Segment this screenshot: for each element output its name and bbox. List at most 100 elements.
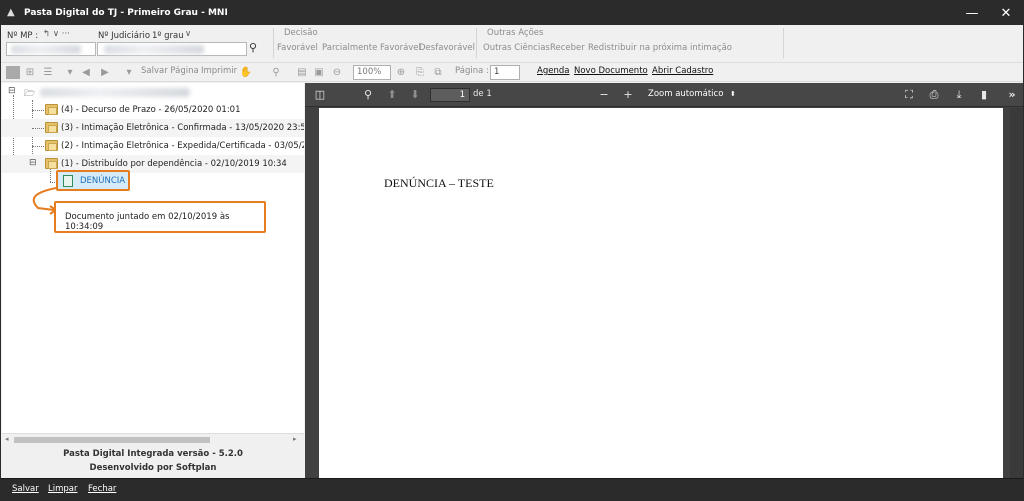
document-tooltip: Documento juntado em 02/10/2019 às 10:34…: [54, 201, 266, 233]
rotate-icon[interactable]: ⎘: [413, 66, 427, 79]
window-title: Pasta Digital do TJ - Primeiro Grau - MN…: [24, 8, 228, 18]
novo-documento-button[interactable]: Novo Documento: [574, 66, 648, 76]
search-icon[interactable]: ⚲: [269, 66, 283, 79]
limpar-button[interactable]: Limpar: [48, 484, 77, 494]
page-content-heading: DENÚNCIA – TESTE: [384, 176, 494, 190]
grau-select[interactable]: 1º grau: [152, 31, 184, 41]
tree-item-label: (1) - Distribuído por dependência - 02/1…: [61, 159, 287, 169]
zoom-in-icon[interactable]: +: [621, 88, 635, 102]
back-arrow-icon[interactable]: ◀: [79, 66, 93, 79]
abrir-cadastro-button[interactable]: Abrir Cadastro: [652, 66, 713, 76]
folder-icon: [45, 122, 58, 133]
scrollbar-thumb[interactable]: [14, 437, 210, 443]
zoom-in-icon[interactable]: ⊕: [394, 66, 408, 79]
agenda-button[interactable]: Agenda: [537, 66, 569, 76]
imprimir-button[interactable]: Imprimir: [201, 66, 237, 76]
hand-icon[interactable]: ✋: [239, 66, 253, 79]
desfavoravel-button[interactable]: Desfavorável: [419, 43, 475, 53]
copy-icon[interactable]: ⧉: [431, 66, 445, 79]
dropdown-icon[interactable]: ▾: [63, 66, 77, 79]
outras-acoes-label: Outras Ações: [487, 28, 544, 38]
pagina-label: Página :: [455, 66, 489, 76]
left-panel: ⊟ 🗁 (4) - Decurso de Prazo - 26/05/2020 …: [2, 83, 304, 478]
zoom-out-icon[interactable]: −: [597, 88, 611, 102]
scroll-right-icon[interactable]: ▸: [293, 435, 297, 443]
minimize-button[interactable]: —: [955, 1, 989, 25]
tree-horizontal-scrollbar[interactable]: ◂ ▸: [2, 433, 304, 445]
app-window: ▲ Pasta Digital do TJ - Primeiro Grau - …: [0, 0, 1024, 501]
salvar-button[interactable]: Salvar: [12, 484, 39, 494]
fechar-button[interactable]: Fechar: [88, 484, 116, 494]
sidebar-toggle-icon[interactable]: ◫: [313, 88, 327, 102]
updown-icon: ⬍: [730, 90, 736, 98]
pdf-page: DENÚNCIA – TESTE: [319, 108, 1003, 478]
print-icon[interactable]: ⎙: [927, 88, 941, 102]
collapse-icon[interactable]: ⊟: [29, 158, 37, 168]
folder-icon: [45, 140, 58, 151]
search-icon[interactable]: ⚲: [361, 88, 375, 102]
bottom-bar: Salvar Limpar Fechar: [1, 478, 1023, 500]
tree-icon[interactable]: ⊞: [23, 66, 37, 79]
viewer-vertical-scrollbar[interactable]: [1010, 108, 1023, 478]
decisao-group: [273, 28, 274, 58]
search-icon[interactable]: ⚲: [249, 41, 257, 54]
previous-page-icon[interactable]: ⬆: [385, 88, 399, 102]
tree-item[interactable]: (2) - Intimação Eletrônica - Expedida/Ce…: [2, 137, 304, 155]
process-tree: ⊟ 🗁 (4) - Decurso de Prazo - 26/05/2020 …: [2, 83, 304, 433]
close-button[interactable]: ✕: [989, 1, 1023, 25]
mp-label: Nº MP :: [7, 31, 39, 41]
app-logo-icon: ▲: [7, 7, 15, 18]
select-all-icon[interactable]: [6, 66, 20, 79]
judicial-number-field[interactable]: [97, 42, 247, 56]
bookmark-icon[interactable]: ▮: [977, 88, 991, 102]
salvar-pagina-button[interactable]: Salvar Página: [141, 66, 199, 76]
mp-number-field[interactable]: [6, 42, 96, 56]
forward-arrow-icon[interactable]: ▶: [98, 66, 112, 79]
page-number-input[interactable]: 1: [430, 88, 470, 102]
chevron-down-icon[interactable]: ∨: [185, 29, 191, 39]
pdf-viewer: ◫ ⚲ ⬆ ⬇ 1 de 1 − + Zoom automático ⬍ ⛶ ⎙ …: [305, 83, 1023, 478]
receber-button[interactable]: Receber: [550, 43, 585, 53]
toolbar: ⊞ ☰ ▾ ◀ ▶ ▾ Salvar Página Imprimir ✋ ⚲ ▤…: [1, 62, 1023, 82]
fullscreen-icon[interactable]: ⛶: [902, 88, 916, 102]
tree-item[interactable]: (3) - Intimação Eletrônica - Confirmada …: [2, 119, 304, 137]
outras-acoes-group: [476, 28, 477, 58]
zoom-out-icon[interactable]: ⊖: [330, 66, 344, 79]
tree-item[interactable]: ⊟ (1) - Distribuído por dependência - 02…: [2, 155, 304, 173]
favoravel-button[interactable]: Favorável: [277, 43, 318, 53]
outras-ciencias-button[interactable]: Outras Ciências: [483, 43, 550, 53]
judicial-label: Nº Judiciário: [98, 31, 151, 41]
document-denuncia[interactable]: DENÚNCIA: [56, 170, 130, 191]
viewer-toolbar: ◫ ⚲ ⬆ ⬇ 1 de 1 − + Zoom automático ⬍ ⛶ ⎙ …: [305, 83, 1023, 107]
title-bar: ▲ Pasta Digital do TJ - Primeiro Grau - …: [1, 1, 1023, 25]
list-icon[interactable]: ☰: [41, 66, 55, 79]
tree-line: [50, 169, 51, 182]
dropdown-icon[interactable]: ▾: [122, 66, 136, 79]
collapse-icon[interactable]: ⊟: [8, 86, 16, 96]
tooltip-text: Documento juntado em 02/10/2019 às 10:34…: [65, 212, 230, 232]
fit-page-icon[interactable]: ▣: [312, 66, 326, 79]
mp-nav-icon[interactable]: ↰ ∨ ···: [43, 29, 70, 39]
tree-root[interactable]: ⊟ 🗁: [2, 83, 304, 101]
tree-item-label: (2) - Intimação Eletrônica - Expedida/Ce…: [61, 141, 304, 151]
zoom-select[interactable]: 100%: [353, 65, 391, 80]
tree-item-label: (3) - Intimação Eletrônica - Confirmada …: [61, 123, 304, 133]
tools-menu-icon[interactable]: »: [1005, 88, 1019, 102]
tree-item-label: (4) - Decurso de Prazo - 26/05/2020 01:0…: [61, 105, 241, 115]
tree-item[interactable]: (4) - Decurso de Prazo - 26/05/2020 01:0…: [2, 101, 304, 119]
pagina-input[interactable]: 1: [490, 65, 520, 80]
page-total: de 1: [473, 89, 492, 99]
version-text: Pasta Digital Integrada versão - 5.2.0: [63, 449, 243, 459]
folder-icon: [45, 104, 58, 115]
folder-icon: [45, 158, 58, 169]
download-icon[interactable]: ⤓: [952, 88, 966, 102]
fit-width-icon[interactable]: ▤: [295, 66, 309, 79]
next-page-icon[interactable]: ⬇: [408, 88, 422, 102]
scroll-left-icon[interactable]: ◂: [5, 435, 9, 443]
document-label: DENÚNCIA: [80, 176, 126, 186]
redistribuir-button[interactable]: Redistribuir na próxima intimação: [588, 43, 732, 53]
parcialmente-favoravel-button[interactable]: Parcialmente Favorável: [322, 43, 421, 53]
redacted-process-number: [40, 88, 190, 97]
decisao-group-label: Decisão: [284, 28, 318, 38]
zoom-select[interactable]: Zoom automático ⬍: [642, 88, 742, 102]
